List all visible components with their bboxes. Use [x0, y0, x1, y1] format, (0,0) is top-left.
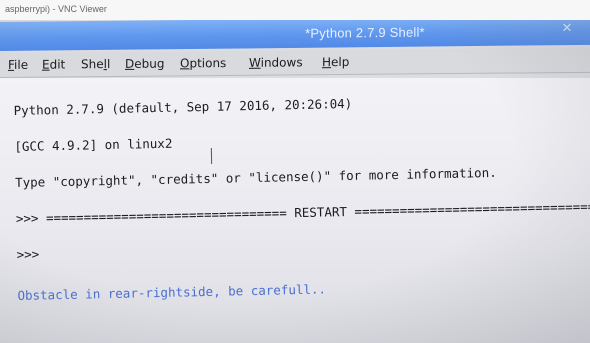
- shell-output: Python 2.7.9 (default, Sep 17 2016, 20:2…: [13, 78, 590, 326]
- menu-edit-mnemonic: E: [42, 57, 50, 72]
- menu-debug-mnemonic: D: [125, 56, 135, 71]
- menu-file[interactable]: File: [8, 58, 28, 72]
- menu-windows-mnemonic: W: [249, 55, 261, 70]
- menu-windows-label: indows: [260, 55, 303, 70]
- shell-line-type: Type "copyright", "credits" or "license(…: [14, 164, 497, 190]
- idle-title-bar[interactable]: *Python 2.7.9 Shell* ✕: [0, 20, 590, 51]
- menu-windows[interactable]: Windows: [249, 55, 303, 69]
- shell-line-obstacle-output: Obstacle in rear-rightside, be carefull.…: [17, 281, 327, 303]
- close-icon[interactable]: ✕: [556, 20, 578, 38]
- vnc-title-bar: aspberrypi) - VNC Viewer: [0, 0, 590, 21]
- menu-shell-prefix: She: [81, 57, 104, 72]
- remote-screen[interactable]: *Python 2.7.9 Shell* ✕ File Edit Shell D…: [0, 20, 590, 343]
- vnc-viewer-window: aspberrypi) - VNC Viewer *Python 2.7.9 S…: [0, 0, 590, 343]
- shell-line-prompt: >>>: [16, 246, 47, 262]
- menu-options[interactable]: Options: [180, 56, 226, 70]
- menu-debug-label: ebug: [134, 56, 165, 71]
- shell-line-restart: >>> ================================ RES…: [15, 198, 590, 226]
- menu-help-label: elp: [331, 54, 350, 70]
- menu-help-mnemonic: H: [322, 55, 332, 70]
- menu-options-label: ptions: [189, 56, 227, 71]
- shell-line-gcc: [GCC 4.9.2] on linux2: [14, 135, 173, 154]
- window-title: *Python 2.7.9 Shell*: [305, 24, 425, 41]
- menu-debug[interactable]: Debug: [125, 57, 164, 71]
- menu-edit-label: dit: [49, 57, 66, 72]
- menu-file-label: ile: [14, 57, 29, 72]
- vnc-title: aspberrypi) - VNC Viewer: [5, 4, 107, 14]
- menu-shell[interactable]: Shell: [81, 57, 110, 71]
- menu-shell-label: l: [106, 57, 111, 72]
- menu-bar: File Edit Shell Debug Options Windows He…: [0, 47, 590, 78]
- shell-line-banner: Python 2.7.9 (default, Sep 17 2016, 20:2…: [13, 95, 353, 118]
- menu-edit[interactable]: Edit: [42, 57, 65, 71]
- shell-text-area[interactable]: Python 2.7.9 (default, Sep 17 2016, 20:2…: [0, 78, 590, 343]
- menu-help[interactable]: Help: [322, 55, 349, 69]
